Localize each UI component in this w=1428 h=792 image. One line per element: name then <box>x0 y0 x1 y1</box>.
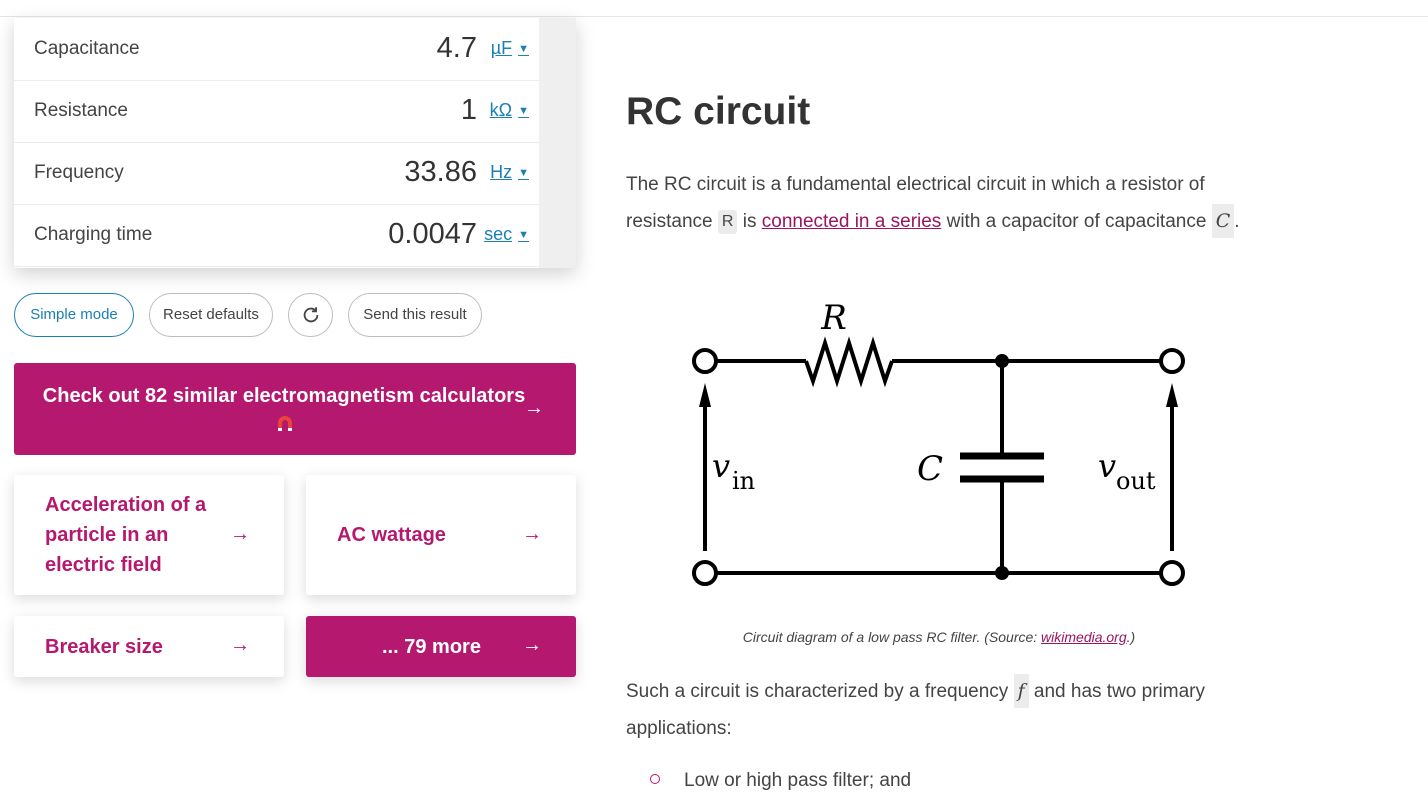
reset-defaults-button[interactable]: Reset defaults <box>149 293 273 337</box>
send-result-button[interactable]: Send this result <box>348 293 482 337</box>
frequency-label: Frequency <box>34 162 124 183</box>
related-calculator-tile[interactable]: AC wattage → <box>306 475 576 595</box>
chevron-down-icon: ▼ <box>518 43 529 55</box>
second-paragraph: Such a circuit is characterized by a fre… <box>626 674 1246 747</box>
top-divider <box>0 16 1428 17</box>
chevron-down-icon: ▼ <box>518 105 529 117</box>
tile-label: Breaker size <box>45 636 163 658</box>
charging-time-row: Charging time 0.0047 sec ▼ <box>14 204 539 267</box>
series-link[interactable]: connected in a series <box>762 211 942 232</box>
more-calculators-tile[interactable]: ... 79 more → <box>306 616 576 677</box>
resistance-symbol: R <box>717 209 738 234</box>
label-r: R <box>820 298 847 338</box>
wikimedia-link[interactable]: wikimedia.org <box>1041 629 1127 645</box>
scrollbar[interactable] <box>539 18 576 268</box>
magnet-icon <box>278 416 292 431</box>
arrow-right-icon: → <box>522 523 542 545</box>
frequency-symbol: f <box>1013 674 1029 708</box>
charging-time-label: Charging time <box>34 224 153 245</box>
capacitance-label: Capacitance <box>34 38 140 59</box>
related-calculator-tile[interactable]: Breaker size → <box>14 616 284 677</box>
simple-mode-button[interactable]: Simple mode <box>14 293 134 337</box>
rc-circuit-diagram: R C v in v out <box>692 298 1185 586</box>
capacitance-unit-select[interactable]: µF ▼ <box>491 38 529 59</box>
diagram-caption: Circuit diagram of a low pass RC filter.… <box>742 629 1136 645</box>
chevron-down-icon: ▼ <box>518 167 529 179</box>
arrow-right-icon: → <box>522 634 542 656</box>
arrow-right-icon: → <box>230 523 250 545</box>
reload-button[interactable] <box>288 293 333 337</box>
label-vout-sub: out <box>1116 467 1156 495</box>
capacitance-row: Capacitance 4.7 µF ▼ <box>14 18 539 81</box>
tile-label: Acceleration of a particle in an electri… <box>45 494 207 576</box>
label-vin: v <box>712 447 730 485</box>
label-c: C <box>917 449 943 489</box>
tile-label: AC wattage <box>337 524 446 546</box>
capacitance-input[interactable]: 4.7 <box>437 32 477 65</box>
resistance-unit-select[interactable]: kΩ ▼ <box>490 100 529 121</box>
banner-text: Check out 82 similar electromagnetism ca… <box>42 385 526 407</box>
charging-time-unit-select[interactable]: sec ▼ <box>484 224 529 245</box>
intro-paragraph: The RC circuit is a fundamental electric… <box>626 167 1246 240</box>
arrow-right-icon: → <box>524 397 544 419</box>
bullet-icon <box>650 774 660 784</box>
chevron-down-icon: ▼ <box>518 229 529 241</box>
similar-calculators-banner[interactable]: Check out 82 similar electromagnetism ca… <box>14 363 576 455</box>
label-vout: v <box>1098 447 1116 485</box>
article-title: RC circuit <box>626 90 811 133</box>
frequency-row: Frequency 33.86 Hz ▼ <box>14 142 539 205</box>
label-vin-sub: in <box>732 467 755 495</box>
related-calculator-tile[interactable]: Acceleration of a particle in an electri… <box>14 475 284 595</box>
resistance-row: Resistance 1 kΩ ▼ <box>14 80 539 143</box>
charging-time-input[interactable]: 0.0047 <box>388 218 477 251</box>
list-item: Low or high pass filter; and <box>650 770 911 792</box>
resistance-label: Resistance <box>34 100 128 121</box>
resistance-input[interactable]: 1 <box>461 94 477 127</box>
arrow-right-icon: → <box>230 634 250 656</box>
reload-icon <box>303 307 318 323</box>
tile-label: ... 79 more <box>382 636 481 658</box>
frequency-unit-select[interactable]: Hz ▼ <box>490 162 529 183</box>
capacitance-symbol: C <box>1211 203 1235 238</box>
calculator-card: Capacitance 4.7 µF ▼ Resistance 1 kΩ ▼ Fre… <box>14 18 576 268</box>
frequency-input[interactable]: 33.86 <box>404 156 477 189</box>
